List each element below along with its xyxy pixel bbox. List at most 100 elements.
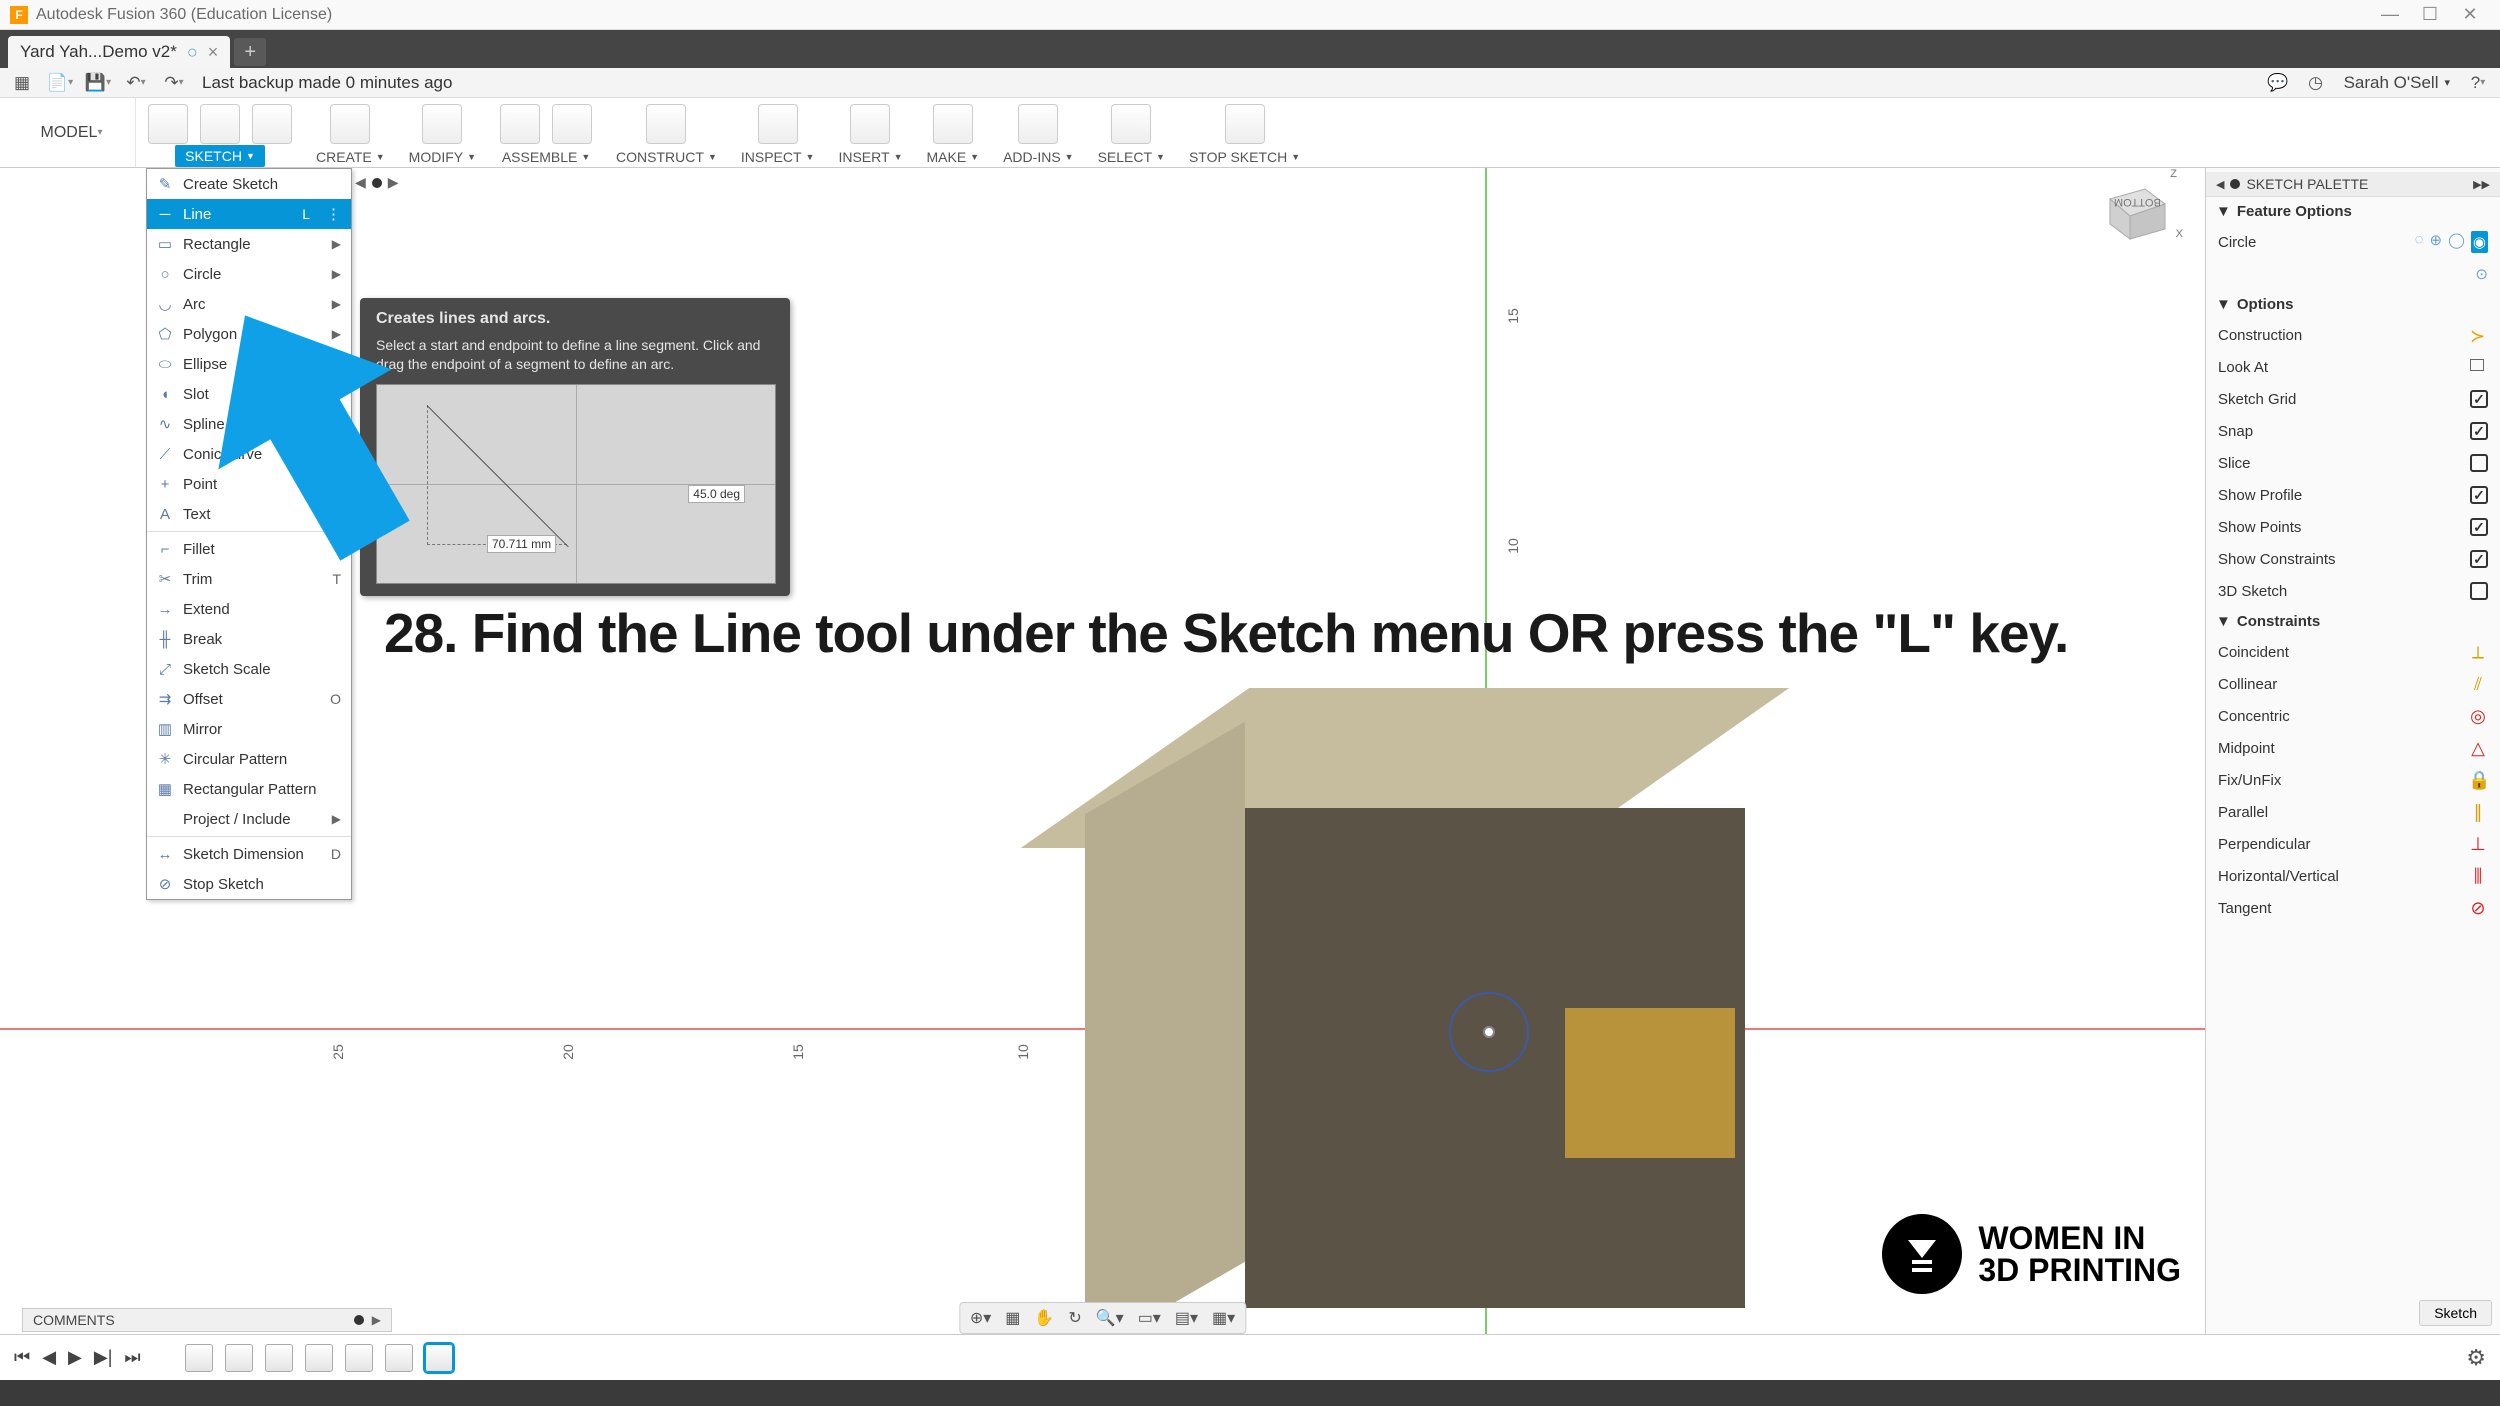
ribbon-group-label[interactable]: INSPECT ▼ <box>741 146 815 167</box>
menu-item-sketch-scale[interactable]: ⤢Sketch Scale <box>147 654 351 684</box>
option-checkbox[interactable] <box>2470 486 2488 504</box>
ribbon-tool-icon[interactable] <box>330 104 370 144</box>
ribbon-group-label[interactable]: SELECT ▼ <box>1098 146 1165 167</box>
redo-icon[interactable]: ↷ <box>164 73 184 93</box>
timeline-settings-icon[interactable]: ⚙ <box>2466 1345 2486 1371</box>
menu-item-rectangular-pattern[interactable]: ▦Rectangular Pattern <box>147 774 351 804</box>
constraint-parallel[interactable]: Parallel∥ <box>2206 796 2500 828</box>
file-menu-icon[interactable]: 📄 <box>50 73 70 93</box>
constraint-perpendicular[interactable]: Perpendicular⊥ <box>2206 828 2500 860</box>
comments-panel-header[interactable]: COMMENTS ▶ <box>22 1308 392 1332</box>
nav-tool-icon[interactable]: ▭▾ <box>1138 1308 1161 1328</box>
palette-title[interactable]: ◀ SKETCH PALETTE ▶▶ <box>2206 172 2500 197</box>
menu-item-rectangle[interactable]: ▭Rectangle▶ <box>147 229 351 259</box>
ribbon-tool-icon[interactable] <box>252 104 292 144</box>
timeline-start-button[interactable]: ⏮ <box>14 1347 30 1368</box>
close-window-button[interactable]: ✕ <box>2450 4 2490 25</box>
constraint-midpoint[interactable]: Midpoint△ <box>2206 732 2500 764</box>
circle-type-icon[interactable]: ◌ <box>2415 231 2424 253</box>
option-icon[interactable]: ≻ <box>2470 326 2488 344</box>
option-checkbox[interactable] <box>2470 518 2488 536</box>
sketch-plane[interactable] <box>1565 1008 1735 1158</box>
maximize-button[interactable]: ☐ <box>2410 4 2450 25</box>
ribbon-tool-icon[interactable] <box>1018 104 1058 144</box>
minimize-button[interactable]: — <box>2370 4 2410 25</box>
palette-section-options[interactable]: ▼ Options <box>2206 290 2500 319</box>
option-checkbox[interactable] <box>2470 550 2488 568</box>
ribbon-group-label[interactable]: ADD-INS ▼ <box>1003 146 1073 167</box>
ribbon-tool-icon[interactable] <box>758 104 798 144</box>
menu-item-circular-pattern[interactable]: ✳Circular Pattern <box>147 744 351 774</box>
ribbon-tool-icon[interactable] <box>646 104 686 144</box>
menu-item-circle[interactable]: ○Circle▶ <box>147 259 351 289</box>
constraint-icon[interactable]: ◎ <box>2468 706 2488 727</box>
timeline-feature[interactable] <box>225 1344 253 1372</box>
constraint-icon[interactable]: ⊥ <box>2468 834 2488 855</box>
ribbon-tool-icon[interactable] <box>933 104 973 144</box>
constraint-icon[interactable]: △ <box>2468 738 2488 759</box>
ribbon-group-label[interactable]: CREATE ▼ <box>316 146 385 167</box>
ribbon-group-label[interactable]: STOP SKETCH ▼ <box>1189 146 1300 167</box>
nav-tool-icon[interactable]: ▦ <box>1005 1308 1020 1328</box>
document-tab[interactable]: Yard Yah...Demo v2* ○ × <box>8 36 230 68</box>
option-checkbox[interactable] <box>2470 454 2488 472</box>
nav-tool-icon[interactable]: ▤▾ <box>1175 1308 1198 1328</box>
timeline-feature[interactable] <box>265 1344 293 1372</box>
user-menu[interactable]: Sarah O'Sell▾ <box>2344 73 2450 93</box>
ribbon-group-label[interactable]: ASSEMBLE ▼ <box>502 146 590 167</box>
timeline-feature[interactable] <box>345 1344 373 1372</box>
nav-tool-icon[interactable]: ✋ <box>1034 1308 1054 1328</box>
menu-item-sketch-dimension[interactable]: ↔Sketch DimensionD <box>147 839 351 869</box>
menu-item-project-include[interactable]: Project / Include▶ <box>147 804 351 834</box>
ribbon-tool-icon[interactable] <box>1225 104 1265 144</box>
menu-item-break[interactable]: ╫Break <box>147 624 351 654</box>
palette-section-constraints[interactable]: ▼ Constraints <box>2206 607 2500 636</box>
ribbon-group-label[interactable]: MAKE ▼ <box>926 146 979 167</box>
menu-item-create-sketch[interactable]: ✎Create Sketch <box>147 169 351 199</box>
constraint-icon[interactable]: ⫼ <box>2468 866 2488 887</box>
ribbon-tool-icon[interactable] <box>422 104 462 144</box>
constraint-collinear[interactable]: Collinear⫽ <box>2206 668 2500 700</box>
new-tab-button[interactable]: + <box>234 38 266 66</box>
ribbon-group-label[interactable]: MODIFY ▼ <box>409 146 476 167</box>
ribbon-group-label[interactable]: INSERT ▼ <box>838 146 902 167</box>
menu-item-offset[interactable]: ⇉OffsetO <box>147 684 351 714</box>
timeline-feature[interactable] <box>425 1344 453 1372</box>
option-checkbox[interactable] <box>2470 390 2488 408</box>
timeline-next-button[interactable]: ▶| <box>94 1347 113 1368</box>
circle-type-icon[interactable]: ◉ <box>2471 231 2488 253</box>
menu-item-mirror[interactable]: ▥Mirror <box>147 714 351 744</box>
constraint-icon[interactable]: ∥ <box>2468 802 2488 823</box>
ribbon-tool-icon[interactable] <box>1111 104 1151 144</box>
menu-item-line[interactable]: ─LineL⋮ <box>147 199 351 229</box>
timeline-play-button[interactable]: ▶ <box>68 1347 82 1368</box>
constraint-icon[interactable]: ⟂ <box>2468 642 2488 663</box>
viewport-canvas[interactable]: 25 20 15 10 15 10 ✎Create Sketch─LineL⋮▭… <box>0 168 2205 1334</box>
model-body[interactable] <box>1085 688 1705 1308</box>
constraint-fix-unfix[interactable]: Fix/UnFix🔒 <box>2206 764 2500 796</box>
timeline-feature[interactable] <box>305 1344 333 1372</box>
option-checkbox[interactable] <box>2470 582 2488 600</box>
option-checkbox[interactable] <box>2470 422 2488 440</box>
circle-type-icon[interactable]: ⊕ <box>2430 231 2443 253</box>
save-icon[interactable]: 💾 <box>88 73 108 93</box>
constraint-coincident[interactable]: Coincident⟂ <box>2206 636 2500 668</box>
data-panel-icon[interactable]: ▦ <box>12 73 32 93</box>
menu-item-stop-sketch[interactable]: ⊘Stop Sketch <box>147 869 351 899</box>
ribbon-tool-icon[interactable] <box>148 104 188 144</box>
undo-icon[interactable]: ↶ <box>126 73 146 93</box>
timeline-feature[interactable] <box>185 1344 213 1372</box>
palette-section-feature-options[interactable]: ▼ Feature Options <box>2206 197 2500 226</box>
job-status-icon[interactable]: ◷ <box>2306 73 2326 93</box>
ribbon-group-label[interactable]: SKETCH ▼ <box>175 145 265 167</box>
ribbon-tool-icon[interactable] <box>500 104 540 144</box>
circle-type-icon[interactable]: ◯ <box>2448 231 2465 253</box>
view-cube[interactable]: Z X BOTTOM <box>2090 174 2175 244</box>
nav-tool-icon[interactable]: ↻ <box>1068 1308 1081 1328</box>
nav-tool-icon[interactable]: ⊕▾ <box>970 1308 991 1328</box>
workspace-switcher[interactable]: MODEL <box>8 98 136 167</box>
ribbon-tool-icon[interactable] <box>552 104 592 144</box>
timeline-end-button[interactable]: ⏭ <box>124 1347 140 1368</box>
constraint-tangent[interactable]: Tangent⊘ <box>2206 892 2500 924</box>
help-icon[interactable]: ? <box>2468 73 2488 93</box>
